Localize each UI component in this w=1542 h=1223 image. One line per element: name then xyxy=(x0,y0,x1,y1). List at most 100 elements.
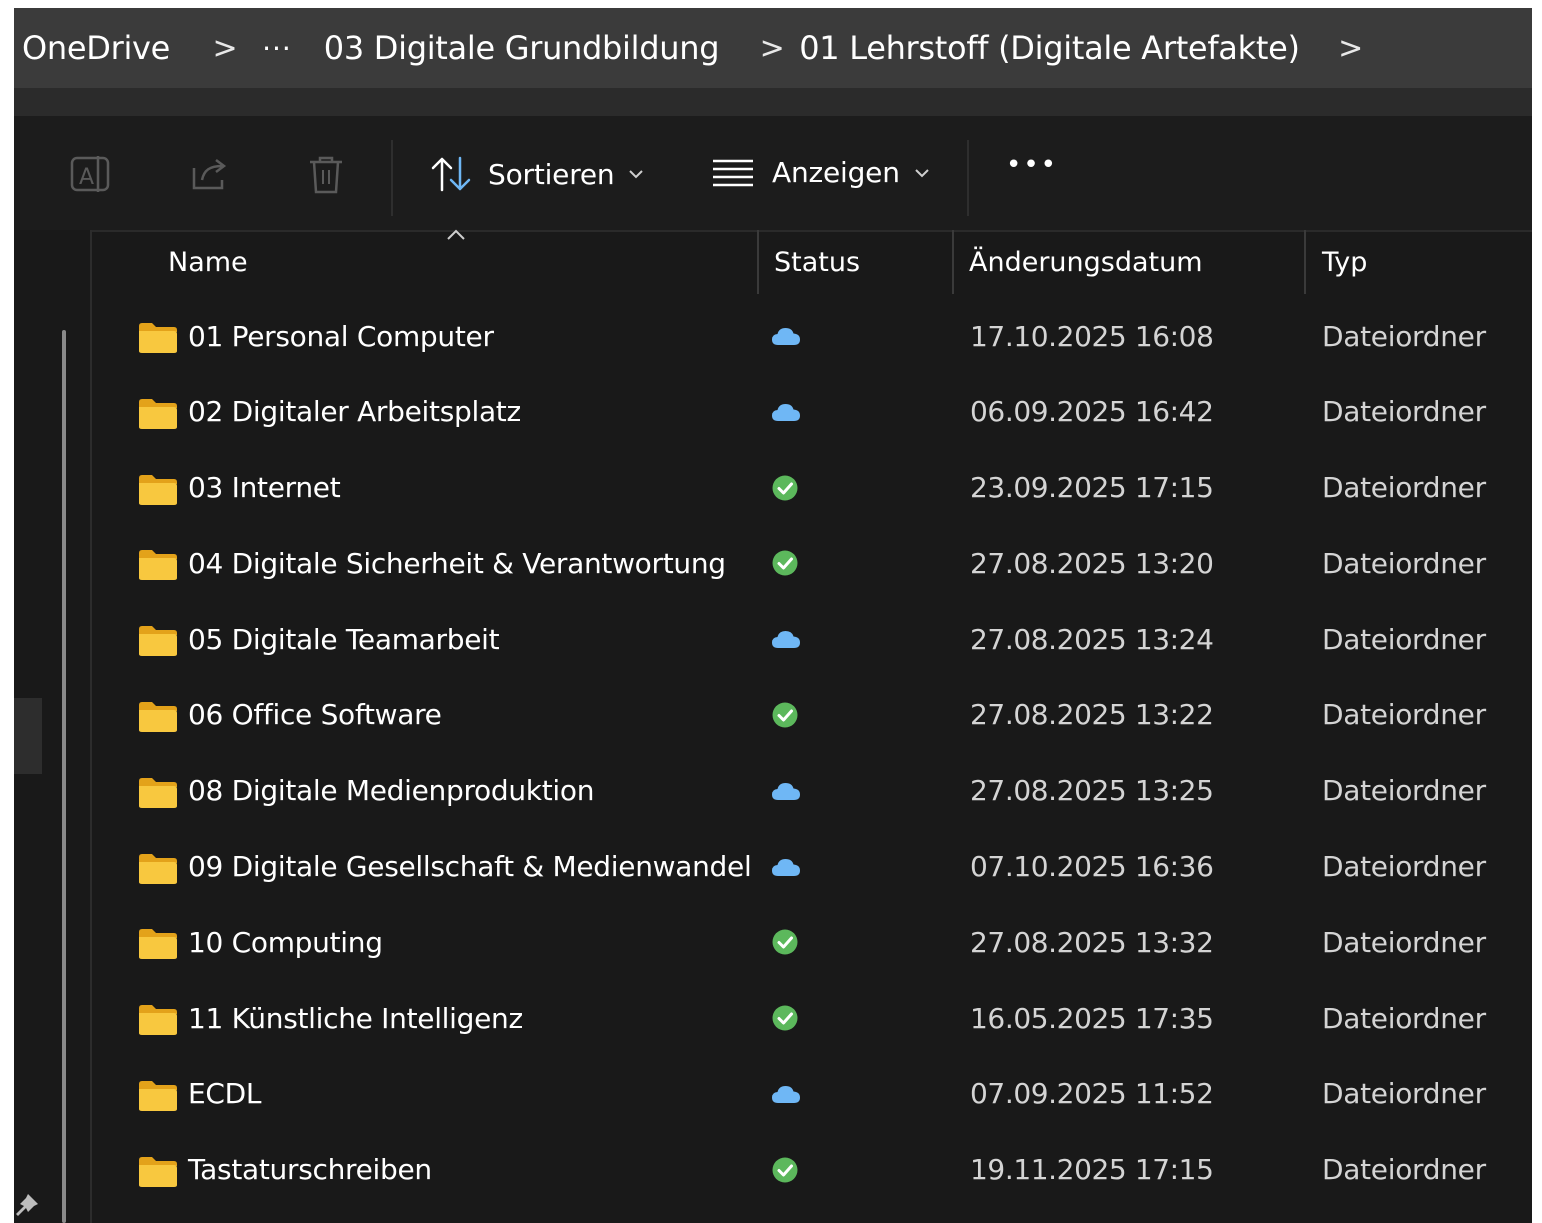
folder-icon xyxy=(138,1156,178,1192)
folder-icon xyxy=(138,549,178,585)
synced-check-icon xyxy=(770,1155,800,1189)
table-row[interactable]: ECDL 07.09.2025 11:52 Dateiordner xyxy=(92,1058,1532,1134)
modified-date: 16.05.2025 17:35 xyxy=(970,1001,1214,1035)
folder-icon xyxy=(138,701,178,737)
folder-icon xyxy=(138,322,178,358)
column-resize-handle[interactable] xyxy=(952,230,954,294)
table-row[interactable]: 01 Personal Computer 17.10.2025 16:08 Date… xyxy=(92,300,1532,376)
column-header-modified[interactable]: Änderungsdatum xyxy=(969,230,1299,294)
rename-icon: A xyxy=(70,154,114,194)
breadcrumb-item-digitale-grundbildung[interactable]: 03 Digitale Grundbildung xyxy=(324,29,720,67)
folder-icon xyxy=(138,398,178,434)
modified-date: 17.10.2025 16:08 xyxy=(970,319,1214,353)
cloud-icon xyxy=(770,324,802,352)
cloud-icon xyxy=(770,779,802,807)
more-options-button[interactable]: ••• xyxy=(1006,150,1058,180)
cloud-icon xyxy=(770,1082,802,1110)
file-name: 01 Personal Computer xyxy=(188,319,494,353)
column-resize-handle[interactable] xyxy=(1304,230,1306,294)
sort-label: Sortieren xyxy=(488,157,615,191)
cloud-icon xyxy=(770,627,802,655)
table-row[interactable]: 05 Digitale Teamarbeit 27.08.2025 13:24 Da… xyxy=(92,603,1532,679)
breadcrumb-separator[interactable]: > xyxy=(747,31,797,66)
file-type: Dateiordner xyxy=(1322,546,1486,580)
svg-text:A: A xyxy=(79,165,94,190)
modified-date: 07.10.2025 16:36 xyxy=(970,850,1214,884)
file-name: 11 Künstliche Intelligenz xyxy=(188,1001,523,1035)
file-type: Dateiordner xyxy=(1322,1153,1486,1187)
table-row[interactable]: 04 Digitale Sicherheit & Verantwortung 27… xyxy=(92,527,1532,603)
breadcrumb-separator[interactable]: > xyxy=(200,31,250,66)
synced-check-icon xyxy=(770,927,800,961)
navigation-pane[interactable] xyxy=(14,230,92,1223)
synced-check-icon xyxy=(770,548,800,582)
breadcrumb-item-onedrive[interactable]: OneDrive xyxy=(22,29,170,67)
folder-icon xyxy=(138,928,178,964)
file-name: ECDL xyxy=(188,1077,262,1111)
column-header-type[interactable]: Typ xyxy=(1322,230,1522,294)
file-type: Dateiordner xyxy=(1322,1077,1486,1111)
file-type: Dateiordner xyxy=(1322,395,1486,429)
table-row[interactable]: 02 Digitaler Arbeitsplatz 06.09.2025 16:4… xyxy=(92,376,1532,452)
modified-date: 27.08.2025 13:32 xyxy=(970,925,1214,959)
file-explorer-window: OneDrive > ··· 03 Digitale Grundbildung … xyxy=(14,8,1532,1223)
share-icon xyxy=(188,154,232,194)
file-type: Dateiordner xyxy=(1322,698,1486,732)
file-type: Dateiordner xyxy=(1322,850,1486,884)
nav-scrollbar[interactable] xyxy=(62,330,66,1223)
folder-icon xyxy=(138,777,178,813)
file-name: 02 Digitaler Arbeitsplatz xyxy=(188,395,521,429)
table-row[interactable]: 08 Digitale Medienproduktion 27.08.2025 1… xyxy=(92,755,1532,831)
address-bar[interactable]: OneDrive > ··· 03 Digitale Grundbildung … xyxy=(14,8,1532,88)
modified-date: 23.09.2025 17:15 xyxy=(970,471,1214,505)
file-name: 05 Digitale Teamarbeit xyxy=(188,622,500,656)
delete-button[interactable] xyxy=(306,154,346,196)
modified-date: 27.08.2025 13:25 xyxy=(970,774,1214,808)
column-header-name[interactable]: Name xyxy=(168,230,758,294)
nav-selected-item[interactable] xyxy=(14,698,42,774)
modified-date: 27.08.2025 13:22 xyxy=(970,698,1214,732)
table-row[interactable]: 03 Internet 23.09.2025 17:15 Dateiordner xyxy=(92,452,1532,528)
command-bar: A Sortieren Anzeigen ••• xyxy=(14,116,1532,232)
file-name: 04 Digitale Sicherheit & Verantwortung xyxy=(188,546,726,580)
file-type: Dateiordner xyxy=(1322,622,1486,656)
table-row[interactable]: 10 Computing 27.08.2025 13:32 Dateiordner xyxy=(92,906,1532,982)
file-list: 01 Personal Computer 17.10.2025 16:08 Date… xyxy=(92,300,1532,1210)
modified-date: 27.08.2025 13:20 xyxy=(970,546,1214,580)
file-name: Tastaturschreiben xyxy=(188,1153,432,1187)
table-row[interactable]: Tastaturschreiben 19.11.2025 17:15 Dateior… xyxy=(92,1134,1532,1210)
column-header-status[interactable]: Status xyxy=(774,230,950,294)
sort-arrows-icon xyxy=(430,156,474,192)
modified-date: 19.11.2025 17:15 xyxy=(970,1153,1214,1187)
modified-date: 27.08.2025 13:24 xyxy=(970,622,1214,656)
file-name: 03 Internet xyxy=(188,471,341,505)
toolbar-divider xyxy=(967,140,969,216)
pin-icon xyxy=(14,1192,40,1222)
breadcrumb-separator[interactable]: > xyxy=(1326,31,1376,66)
breadcrumb-item-lehrstoff[interactable]: 01 Lehrstoff (Digitale Artefakte) xyxy=(799,29,1300,67)
table-row[interactable]: 06 Office Software 27.08.2025 13:22 Dateio… xyxy=(92,679,1532,755)
rename-button[interactable]: A xyxy=(70,154,114,194)
toolbar-divider xyxy=(391,140,393,216)
file-name: 09 Digitale Gesellschaft & Medienwandel xyxy=(188,850,752,884)
table-row[interactable]: 11 Künstliche Intelligenz 16.05.2025 17:3… xyxy=(92,982,1532,1058)
view-label: Anzeigen xyxy=(772,156,900,189)
file-type: Dateiordner xyxy=(1322,925,1486,959)
modified-date: 07.09.2025 11:52 xyxy=(970,1077,1214,1111)
cloud-icon xyxy=(770,855,802,883)
file-type: Dateiordner xyxy=(1322,774,1486,808)
column-resize-handle[interactable] xyxy=(757,230,759,294)
sort-button[interactable]: Sortieren xyxy=(430,156,644,192)
file-name: 06 Office Software xyxy=(188,698,442,732)
synced-check-icon xyxy=(770,473,800,507)
modified-date: 06.09.2025 16:42 xyxy=(970,395,1214,429)
chevron-down-icon xyxy=(628,169,644,179)
breadcrumb-overflow[interactable]: ··· xyxy=(262,32,292,65)
cloud-icon xyxy=(770,400,802,428)
view-button[interactable]: Anzeigen xyxy=(712,156,930,189)
file-type: Dateiordner xyxy=(1322,1001,1486,1035)
folder-icon xyxy=(138,1004,178,1040)
table-row[interactable]: 09 Digitale Gesellschaft & Medienwandel 0… xyxy=(92,831,1532,907)
share-button[interactable] xyxy=(188,154,232,194)
folder-icon xyxy=(138,474,178,510)
